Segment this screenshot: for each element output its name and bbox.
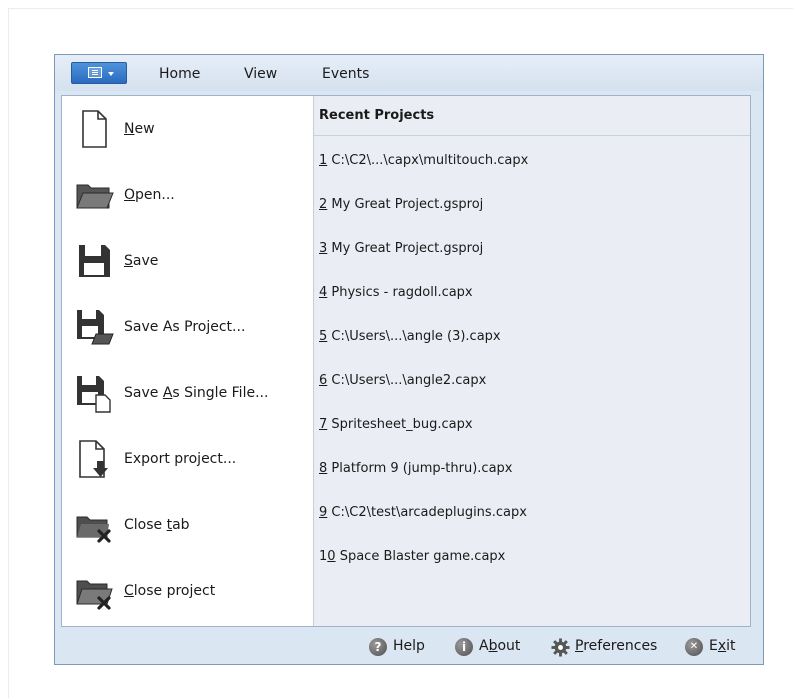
recent-projects-separator <box>314 135 750 136</box>
new-file-icon <box>82 110 107 148</box>
save-label: Save <box>124 253 159 269</box>
close-project-icon <box>76 580 113 610</box>
about-label: About <box>479 638 521 654</box>
save-button[interactable]: Save <box>62 235 313 287</box>
recent-project-item[interactable]: 10 Space Blaster game.capx <box>319 549 505 564</box>
new-button[interactable]: New <box>62 103 313 155</box>
recent-projects-panel: Recent Projects 1 C:\C2\...\capx\multito… <box>314 96 750 626</box>
export-project-label: Export project... <box>124 451 237 467</box>
info-icon: i <box>455 638 473 656</box>
recent-project-item[interactable]: 6 C:\Users\...\angle2.capx <box>319 373 486 388</box>
gear-icon <box>551 638 570 657</box>
chevron-down-icon <box>108 72 114 76</box>
command-list: New Open... Save Save As Project... Save… <box>62 96 313 626</box>
application-menu-button[interactable] <box>71 62 127 84</box>
recent-project-item[interactable]: 3 My Great Project.gsproj <box>319 241 483 256</box>
close-project-button[interactable]: Close project <box>62 565 313 617</box>
recent-project-item[interactable]: 7 Spritesheet_bug.capx <box>319 417 473 432</box>
menu-document-icon <box>88 67 102 78</box>
save-as-single-file-icon <box>77 376 111 413</box>
recent-project-item[interactable]: 9 C:\C2\test\arcadeplugins.capx <box>319 505 527 520</box>
recent-project-item[interactable]: 4 Physics - ragdoll.capx <box>319 285 473 300</box>
application-menu-panel: New Open... Save Save As Project... Save… <box>61 95 751 627</box>
preferences-label: Preferences <box>575 638 658 654</box>
open-button[interactable]: Open... <box>62 169 313 221</box>
menu-footer: ? Help i About Preferences ✕ Exit <box>55 630 763 664</box>
save-disk-icon <box>79 245 110 277</box>
save-as-single-file-button[interactable]: Save As Single File... <box>62 367 313 419</box>
open-folder-icon <box>76 184 114 209</box>
recent-project-item[interactable]: 2 My Great Project.gsproj <box>319 197 483 212</box>
close-tab-button[interactable]: Close tab <box>62 499 313 551</box>
close-tab-icon <box>76 516 111 543</box>
close-project-label: Close project <box>124 583 216 599</box>
help-icon: ? <box>369 638 387 656</box>
save-as-project-label: Save As Project... <box>124 319 246 335</box>
recent-project-item[interactable]: 8 Platform 9 (jump-thru).capx <box>319 461 513 476</box>
application-menu-window: Home View Events New Open... Save Save A… <box>54 54 764 665</box>
ribbon-bar: Home View Events <box>55 55 763 91</box>
recent-projects-heading: Recent Projects <box>319 108 435 123</box>
tab-events[interactable]: Events <box>322 66 369 82</box>
recent-project-item[interactable]: 1 C:\C2\...\capx\multitouch.capx <box>319 153 528 168</box>
export-project-button[interactable]: Export project... <box>62 433 313 485</box>
recent-project-item[interactable]: 5 C:\Users\...\angle (3).capx <box>319 329 501 344</box>
close-tab-label: Close tab <box>124 517 190 533</box>
open-label: Open... <box>124 187 175 203</box>
save-as-single-file-label: Save As Single File... <box>124 385 269 401</box>
new-label: New <box>124 121 155 137</box>
help-label: Help <box>393 638 425 654</box>
save-as-project-icon <box>77 310 114 345</box>
exit-label: Exit <box>709 638 736 654</box>
save-as-project-button[interactable]: Save As Project... <box>62 301 313 353</box>
export-project-icon <box>79 440 108 478</box>
tab-home[interactable]: Home <box>159 66 200 82</box>
close-icon: ✕ <box>685 638 703 656</box>
tab-view[interactable]: View <box>244 66 277 82</box>
